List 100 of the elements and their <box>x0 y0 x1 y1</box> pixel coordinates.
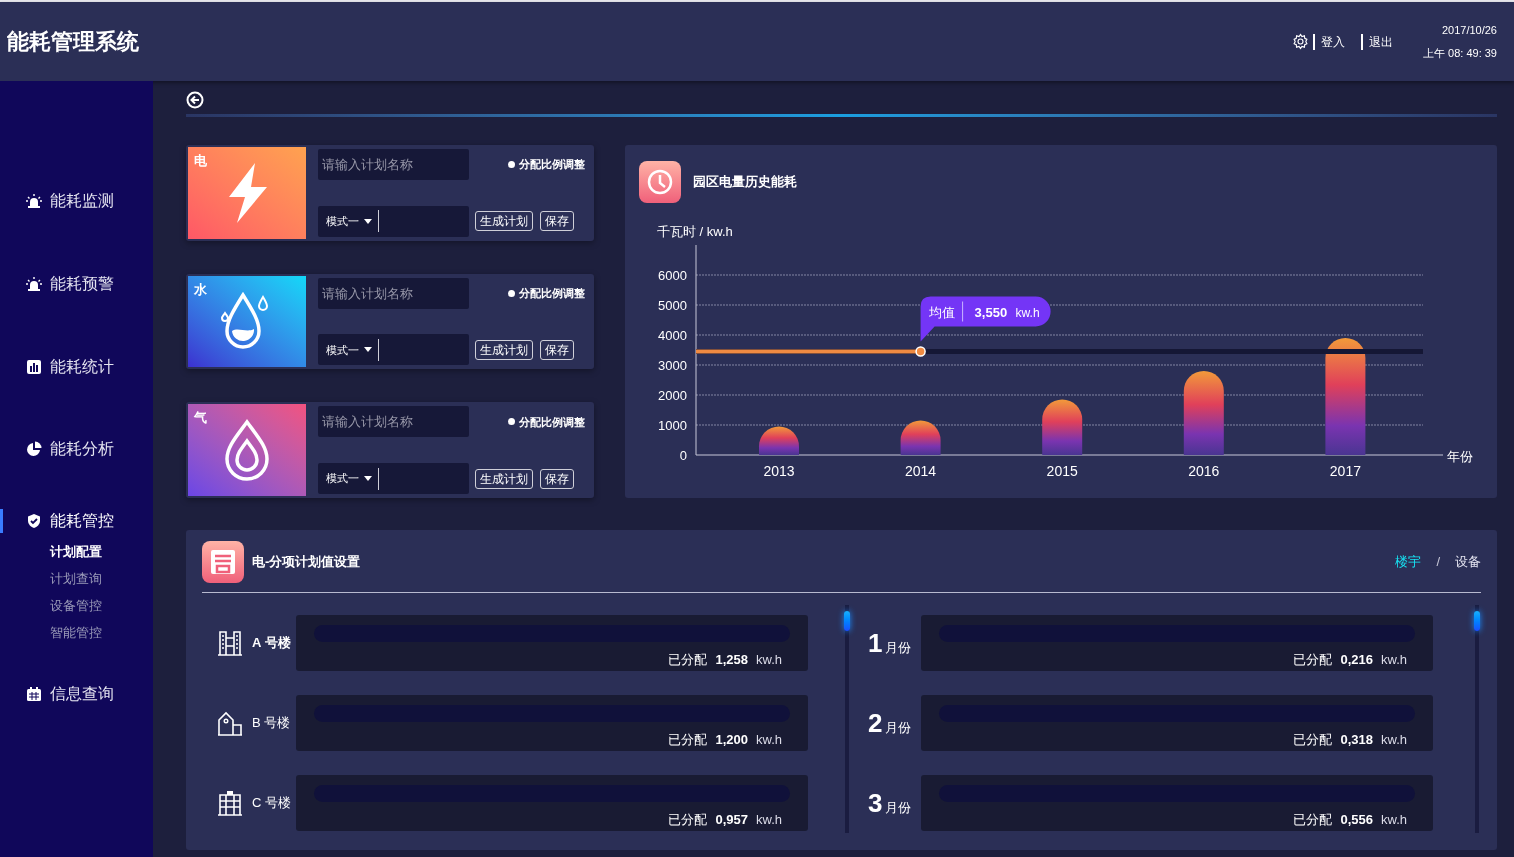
y-tick-label: 5000 <box>658 298 687 313</box>
month-number: 3 <box>868 786 883 820</box>
allocated-label: 已分配 <box>668 651 708 669</box>
x-tick-label: 2014 <box>905 463 937 479</box>
allocated-value: 0,556 <box>1340 811 1373 829</box>
caret-icon <box>364 476 372 481</box>
x-tick-label: 2016 <box>1188 463 1220 479</box>
month-unit: 月份 <box>885 798 912 817</box>
ratio-option[interactable]: 分配比例调整 <box>508 156 585 173</box>
allocated-value: 0,318 <box>1340 731 1373 749</box>
month-unit: 月份 <box>885 638 912 657</box>
alarm-light-icon <box>26 193 42 209</box>
allocated-label: 已分配 <box>668 811 708 829</box>
plan-name-field[interactable]: 请输入计划名称 <box>318 149 469 180</box>
bar <box>900 420 941 455</box>
allocated-label: 已分配 <box>1293 731 1333 749</box>
generate-plan-button[interactable]: 生成计划 <box>475 468 533 489</box>
unit-text: kw.h <box>756 651 782 669</box>
allocated-value: 0,216 <box>1340 651 1373 669</box>
allocated-label: 已分配 <box>1293 811 1333 829</box>
annotation: 均值 <box>927 304 955 320</box>
bar-chart-icon <box>26 359 42 375</box>
sidebar-item[interactable]: 能耗管控 <box>0 509 153 533</box>
month-number: 2 <box>868 706 883 740</box>
tab[interactable]: 设备 <box>1455 552 1481 572</box>
x-axis-title: 年份 <box>1447 449 1473 464</box>
building-label: C 号楼 <box>252 794 292 813</box>
mode-field[interactable]: 模式一 <box>318 463 469 494</box>
save-button[interactable]: 保存 <box>540 339 574 360</box>
caret-icon <box>364 218 372 224</box>
x-tick-label: 2017 <box>1329 463 1361 479</box>
month-number: 1 <box>868 626 883 660</box>
caret-icon <box>364 347 372 353</box>
clock-icon <box>639 161 681 203</box>
submenu-item[interactable]: 设备管控 <box>50 597 153 615</box>
document-icon <box>202 541 244 583</box>
unit-text: kw.h <box>756 811 782 829</box>
sidebar-item[interactable]: 能耗预警 <box>0 272 153 296</box>
bar <box>1042 399 1083 455</box>
settings-icon[interactable] <box>1292 33 1309 50</box>
y-tick-label: 6000 <box>658 268 687 283</box>
y-axis-title: 千瓦时 / kw.h <box>657 224 733 239</box>
unit-text: kw.h <box>1381 651 1407 669</box>
shield-icon <box>26 513 42 529</box>
building-icon <box>216 790 243 816</box>
sidebar-item[interactable]: 能耗监测 <box>0 189 153 213</box>
scrollbar-thumb[interactable] <box>1474 611 1480 631</box>
unit-text: kw.h <box>756 731 782 749</box>
submenu-item[interactable]: 智能管控 <box>50 624 153 642</box>
ratio-option[interactable]: 分配比例调整 <box>508 413 585 431</box>
annotation: kw.h <box>1015 305 1040 320</box>
plan-name-field[interactable]: 请输入计划名称 <box>318 406 469 438</box>
date-text: 2017/10/26 <box>1441 23 1497 38</box>
y-tick-label: 3000 <box>658 358 687 373</box>
plan-name-field[interactable]: 请输入计划名称 <box>318 277 469 309</box>
save-button[interactable]: 保存 <box>540 211 574 232</box>
scrollbar-thumb[interactable] <box>844 611 850 631</box>
panel-title: 电-分项计划值设置 <box>252 553 361 572</box>
save-button[interactable]: 保存 <box>540 468 574 489</box>
y-tick-label: 0 <box>679 448 687 463</box>
tab[interactable]: 楼宇 <box>1395 552 1422 572</box>
sidebar-item[interactable]: 能耗分析 <box>0 437 153 461</box>
average-tooltip: 均值 3,550 kw.h <box>920 296 1051 342</box>
y-tick-label: 4000 <box>658 328 687 343</box>
chart-title: 园区电量历史能耗 <box>693 173 797 192</box>
mode-field[interactable]: 模式一 <box>318 205 469 237</box>
calendar-icon <box>26 686 42 702</box>
building-label: A 号楼 <box>252 634 292 653</box>
alarm-light-icon <box>26 276 42 292</box>
tile-label: 气 <box>194 409 207 428</box>
unit-text: kw.h <box>1381 811 1407 829</box>
mode-field[interactable]: 模式一 <box>318 334 469 366</box>
allocated-value: 1,258 <box>715 651 748 669</box>
generate-plan-button[interactable]: 生成计划 <box>475 211 533 232</box>
app-title: 能耗管理系统 <box>7 28 139 56</box>
submenu-item[interactable]: 计划配置 <box>50 543 153 561</box>
tile-label: 电 <box>194 152 207 170</box>
office-building-icon <box>216 630 243 656</box>
ratio-option[interactable]: 分配比例调整 <box>508 284 585 302</box>
x-tick-label: 2013 <box>763 463 795 479</box>
sidebar-item[interactable]: 信息查询 <box>0 682 153 706</box>
logout-link[interactable]: 退出 <box>1369 32 1393 51</box>
bar <box>759 426 799 455</box>
annotation: 3,550 <box>974 304 1008 320</box>
allocated-label: 已分配 <box>1293 651 1333 669</box>
building-label: B 号楼 <box>252 714 292 733</box>
time-text: 上午 08: 49: 39 <box>1423 45 1497 61</box>
unit-text: kw.h <box>1381 731 1407 749</box>
sidebar-item[interactable]: 能耗统计 <box>0 355 153 379</box>
house-icon <box>216 710 243 736</box>
y-tick-label: 2000 <box>658 388 687 403</box>
separator-text: / <box>1436 553 1440 572</box>
back-icon[interactable] <box>186 91 204 109</box>
submenu-item[interactable]: 计划查询 <box>50 570 153 588</box>
pie-chart-icon <box>26 441 42 457</box>
month-unit: 月份 <box>885 718 912 737</box>
y-tick-label: 1000 <box>658 418 687 433</box>
generate-plan-button[interactable]: 生成计划 <box>475 339 533 360</box>
login-link[interactable]: 登入 <box>1321 32 1345 51</box>
tile-label: 水 <box>194 280 207 299</box>
